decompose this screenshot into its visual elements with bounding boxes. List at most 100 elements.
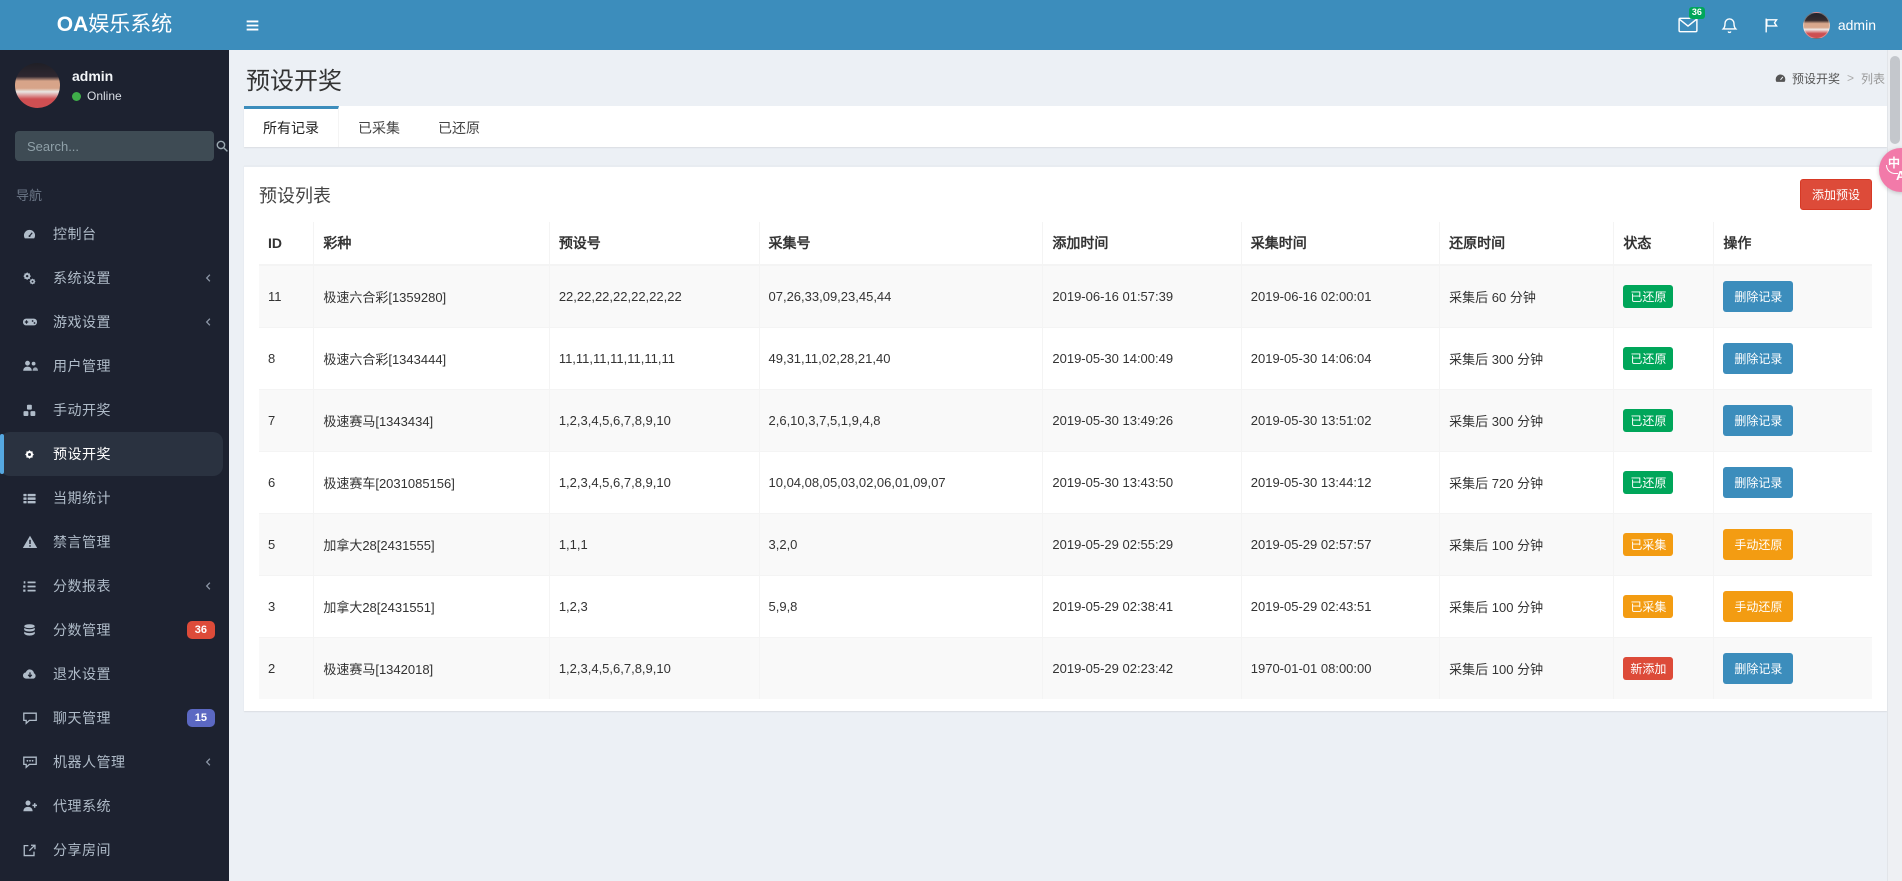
avatar	[15, 63, 60, 108]
cell-restore: 采集后 720 分钟	[1439, 451, 1614, 514]
app-logo[interactable]: OA娱乐系统	[0, 0, 229, 50]
add-preset-button[interactable]: 添加预设	[1799, 179, 1872, 210]
delete-record-button[interactable]: 删除记录	[1723, 281, 1794, 312]
messages-button[interactable]: 36	[1667, 0, 1709, 50]
sidebar-badge: 15	[186, 709, 215, 727]
sidebar-item-system-settings[interactable]: 系统设置	[0, 256, 229, 300]
table-row: 2 极速赛马[1342018] 1,2,3,4,5,6,7,8,9,10 2019-0…	[259, 637, 1872, 699]
sidebar-item-agent-system[interactable]: 代理系统	[0, 784, 229, 828]
delete-record-button[interactable]: 删除记录	[1723, 405, 1794, 436]
sidebar-item-game-settings[interactable]: 游戏设置	[0, 300, 229, 344]
table-row: 11 极速六合彩[1359280] 22,22,22,22,22,22,22 07,2…	[259, 264, 1872, 328]
list-icon	[21, 491, 38, 506]
user-menu-button[interactable]: admin	[1793, 11, 1882, 39]
breadcrumb-item[interactable]: 预设开奖	[1774, 70, 1840, 87]
cell-id: 7	[259, 389, 314, 452]
scrollbar-thumb[interactable]	[1890, 56, 1900, 144]
status-badge: 已还原	[1623, 347, 1674, 370]
status-badge: 已还原	[1623, 409, 1674, 432]
cell-restore: 采集后 100 分钟	[1439, 575, 1614, 638]
sidebar-item-label: 控制台	[53, 226, 97, 242]
cell-id: 11	[259, 264, 314, 328]
sidebar-item-share-room[interactable]: 分享房间	[0, 828, 229, 872]
top-navbar: OA娱乐系统 36 admin	[0, 0, 1902, 50]
sidebar-item-robot-management[interactable]: 机器人管理	[0, 740, 229, 784]
notifications-button[interactable]	[1709, 0, 1751, 50]
breadcrumb-label: 预设开奖	[1791, 71, 1840, 86]
sidebar-item-label: 游戏设置	[53, 314, 111, 330]
sidebar-menu: 控制台系统设置游戏设置用户管理 手动开奖预设开奖当期统计 禁言管理分数报表分数管理 3…	[0, 212, 229, 881]
chevron-left-icon	[203, 757, 214, 768]
sidebar-item-preset-draw[interactable]: 预设开奖	[0, 432, 223, 476]
sidebar-item-user-management[interactable]: 用户管理	[0, 344, 229, 388]
tab-all-records[interactable]: 所有记录	[244, 106, 339, 147]
tab-collected[interactable]: 已采集	[339, 106, 419, 147]
sidebar-item-clipped-item[interactable]	[0, 872, 229, 881]
search-button[interactable]	[215, 131, 229, 161]
box-title: 预设列表	[259, 185, 331, 206]
cell-id: 6	[259, 451, 314, 514]
sidebar-search	[15, 131, 228, 161]
sidebar-badge: 36	[186, 621, 215, 639]
cell-action: 删除记录	[1713, 389, 1872, 452]
cell-id: 3	[259, 575, 314, 638]
cell-status: 已还原	[1613, 389, 1714, 452]
cell-action: 删除记录	[1713, 451, 1872, 514]
delete-record-button[interactable]: 删除记录	[1723, 653, 1794, 684]
cell-collected: 2019-05-29 02:43:51	[1240, 575, 1440, 638]
table-row: 6 极速赛车[2031085156] 1,2,3,4,5,6,7,8,9,10 10,…	[259, 451, 1872, 514]
cell-action: 删除记录	[1713, 637, 1872, 699]
sidebar-item-label: 分数报表	[53, 578, 111, 594]
cell-action: 删除记录	[1713, 327, 1872, 390]
cell-restore: 采集后 100 分钟	[1439, 513, 1614, 576]
cell-added: 2019-05-29 02:23:42	[1042, 637, 1242, 699]
sidebar-item-score-management[interactable]: 分数管理 36	[0, 608, 229, 652]
search-icon	[215, 139, 229, 153]
column-header: 采集时间	[1240, 222, 1440, 266]
cell-lottery: 极速赛马[1342018]	[313, 637, 550, 699]
user-plus-icon	[21, 798, 38, 814]
sidebar-item-rebate-settings[interactable]: 退水设置	[0, 652, 229, 696]
cell-preset: 22,22,22,22,22,22,22	[548, 264, 759, 328]
status-badge: 已采集	[1623, 595, 1674, 618]
cell-preset: 1,2,3,4,5,6,7,8,9,10	[548, 451, 759, 514]
sidebar-toggle-button[interactable]	[229, 0, 275, 50]
list-ol-icon	[21, 579, 38, 594]
users-icon	[21, 358, 38, 374]
chevron-left-icon	[203, 581, 214, 592]
cell-collected: 2019-05-29 02:57:57	[1240, 513, 1440, 576]
sidebar-item-chat-management[interactable]: 聊天管理 15	[0, 696, 229, 740]
share-icon	[21, 843, 38, 858]
delete-record-button[interactable]: 删除记录	[1723, 343, 1794, 374]
manual-restore-button[interactable]: 手动还原	[1723, 529, 1794, 560]
envelope-icon	[1678, 17, 1698, 33]
sidebar-item-label: 聊天管理	[53, 710, 111, 726]
cell-collect: 5,9,8	[758, 575, 1043, 638]
flags-button[interactable]	[1751, 0, 1793, 50]
sidebar-item-dashboard[interactable]: 控制台	[0, 212, 229, 256]
table-body: 11 极速六合彩[1359280] 22,22,22,22,22,22,22 07,2…	[259, 264, 1872, 699]
status-badge: 已还原	[1623, 285, 1674, 308]
bell-icon	[1721, 17, 1738, 34]
sidebar-item-label: 代理系统	[53, 798, 111, 814]
sidebar-item-manual-draw[interactable]: 手动开奖	[0, 388, 229, 432]
manual-restore-button[interactable]: 手动还原	[1723, 591, 1794, 622]
cell-collected: 2019-06-16 02:00:01	[1240, 264, 1440, 328]
preset-table: ID 彩种 预设号 采集号 添加时间 采集时间 还原时间 状态 操作 11 极速六合彩[13592…	[259, 222, 1872, 699]
tab-restored[interactable]: 已还原	[419, 106, 499, 147]
sidebar-item-current-stats[interactable]: 当期统计	[0, 476, 229, 520]
hamburger-icon	[244, 17, 261, 34]
cell-id: 5	[259, 513, 314, 576]
user-status: Online	[72, 89, 122, 103]
cell-restore: 采集后 300 分钟	[1439, 389, 1614, 452]
search-input[interactable]	[15, 131, 215, 161]
sidebar-item-score-report[interactable]: 分数报表	[0, 564, 229, 608]
box-body: ID 彩种 预设号 采集号 添加时间 采集时间 还原时间 状态 操作 11 极速六合彩[13592…	[244, 220, 1887, 699]
cubes-icon	[21, 403, 38, 418]
sidebar-item-label: 预设开奖	[53, 446, 111, 462]
sidebar-item-mute-management[interactable]: 禁言管理	[0, 520, 229, 564]
delete-record-button[interactable]: 删除记录	[1723, 467, 1794, 498]
cell-collect: 3,2,0	[758, 513, 1043, 576]
cell-id: 2	[259, 637, 314, 699]
dashboard-icon	[21, 227, 38, 242]
